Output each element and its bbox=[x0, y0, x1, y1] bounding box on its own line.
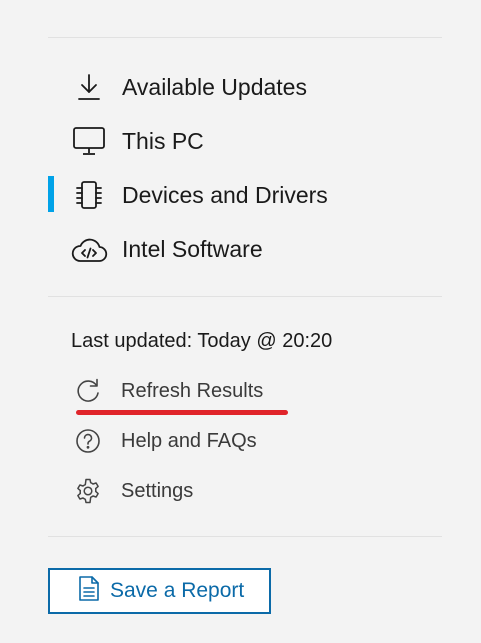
nav-item-label: Intel Software bbox=[122, 235, 263, 262]
nav-item-label: Devices and Drivers bbox=[122, 181, 328, 208]
nav-item-devices-and-drivers[interactable]: Devices and Drivers bbox=[70, 175, 328, 215]
annotation-underline bbox=[76, 410, 288, 415]
monitor-icon bbox=[70, 122, 108, 160]
last-updated-text: Last updated: Today @ 20:20 bbox=[71, 330, 333, 352]
cloud-code-icon bbox=[70, 230, 108, 268]
nav-item-available-updates[interactable]: Available Updates bbox=[70, 67, 307, 107]
nav-item-label: Available Updates bbox=[122, 73, 307, 100]
save-report-button[interactable]: Save a Report bbox=[48, 568, 271, 614]
nav-item-label: This PC bbox=[122, 127, 204, 154]
top-divider bbox=[48, 37, 442, 38]
nav-item-intel-software[interactable]: Intel Software bbox=[70, 229, 263, 269]
help-icon bbox=[72, 425, 104, 457]
utility-item-label: Refresh Results bbox=[121, 379, 264, 402]
refresh-results-link[interactable]: Refresh Results bbox=[72, 374, 263, 408]
nav-item-this-pc[interactable]: This PC bbox=[70, 121, 204, 161]
help-and-faqs-link[interactable]: Help and FAQs bbox=[72, 424, 257, 458]
download-icon bbox=[70, 68, 108, 106]
utility-item-label: Settings bbox=[121, 479, 194, 502]
document-icon bbox=[78, 575, 100, 607]
utility-item-label: Help and FAQs bbox=[121, 429, 257, 452]
middle-divider bbox=[48, 296, 442, 297]
save-report-label: Save a Report bbox=[110, 579, 245, 602]
bottom-divider bbox=[48, 536, 442, 537]
chip-icon bbox=[70, 176, 108, 214]
active-indicator bbox=[48, 176, 54, 212]
gear-icon bbox=[72, 475, 104, 507]
refresh-icon bbox=[72, 375, 104, 407]
settings-link[interactable]: Settings bbox=[72, 474, 193, 508]
